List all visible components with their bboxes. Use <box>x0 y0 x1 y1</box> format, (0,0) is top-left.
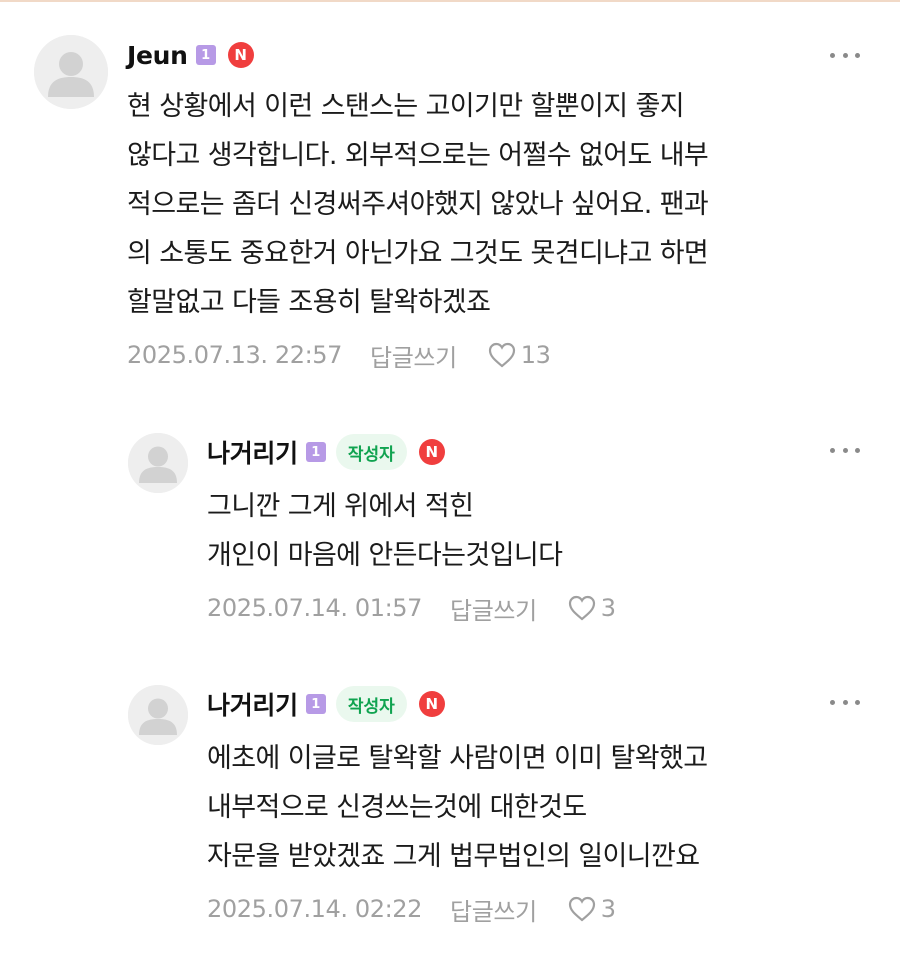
comment-line: 않다고 생각합니다. 외부적으로는 어쩔수 없어도 내부 <box>127 140 709 171</box>
author-badge: 작성자 <box>335 434 407 470</box>
default-avatar-icon <box>128 685 188 745</box>
reply-button[interactable]: 답글쓰기 <box>370 338 457 373</box>
like-count: 13 <box>520 341 551 369</box>
reply-button[interactable]: 답글쓰기 <box>450 591 537 626</box>
reply-button[interactable]: 답글쓰기 <box>450 892 537 927</box>
more-options-icon[interactable] <box>830 445 860 455</box>
like-button[interactable]: 3 <box>567 594 616 622</box>
comment-date: 2025.07.13. 22:57 <box>127 341 343 369</box>
level-badge: 1 <box>195 45 216 65</box>
comment-line: 개인이 마음에 안든다는것입니다 <box>207 540 563 571</box>
author-badge: 작성자 <box>335 686 407 722</box>
comment-line: 현 상황에서 이런 스탠스는 고이기만 할뿐이지 좋지 <box>127 91 685 122</box>
comment-date: 2025.07.14. 01:57 <box>207 594 423 622</box>
like-button[interactable]: 13 <box>487 341 551 369</box>
comment-date: 2025.07.14. 02:22 <box>207 895 423 923</box>
new-badge: N <box>418 439 445 465</box>
like-count: 3 <box>600 895 616 923</box>
avatar[interactable] <box>128 685 188 745</box>
default-avatar-icon <box>34 35 108 109</box>
more-options-icon[interactable] <box>830 50 860 60</box>
comment-line: 할말없고 다들 조용히 탈왁하겠죠 <box>127 287 491 318</box>
level-badge: 1 <box>305 694 326 714</box>
comment-header: 나거리기 1 작성자 N <box>207 684 445 724</box>
comment-line: 에초에 이글로 탈왁할 사람이면 이미 탈왁했고 <box>207 743 708 774</box>
heart-icon <box>568 896 595 922</box>
comment-body: 현 상황에서 이런 스탠스는 고이기만 할뿐이지 좋지 않다고 생각합니다. 외… <box>127 82 709 327</box>
top-divider <box>0 0 900 2</box>
comment-meta: 2025.07.13. 22:57 답글쓰기 13 <box>127 335 551 375</box>
new-badge: N <box>227 42 254 68</box>
heart-icon <box>488 342 515 368</box>
comment-line: 의 소통도 중요한거 아닌가요 그것도 못견디냐고 하면 <box>127 238 709 269</box>
comment-line: 내부적으로 신경쓰는것에 대한것도 <box>207 792 587 823</box>
level-badge: 1 <box>305 442 326 462</box>
comment-meta: 2025.07.14. 01:57 답글쓰기 3 <box>207 588 616 628</box>
new-badge: N <box>418 691 445 717</box>
comment-line: 자문을 받았겠죠 그게 법무법인의 일이니깐요 <box>207 841 700 872</box>
comment-header: 나거리기 1 작성자 N <box>207 432 445 472</box>
comment-line: 적으로는 좀더 신경써주셔야했지 않았나 싶어요. 팬과 <box>127 189 709 220</box>
comment-meta: 2025.07.14. 02:22 답글쓰기 3 <box>207 889 616 929</box>
nickname[interactable]: 나거리기 <box>207 434 298 470</box>
comment-body: 그니깐 그게 위에서 적힌 개인이 마음에 안든다는것입니다 <box>207 482 563 580</box>
nickname[interactable]: 나거리기 <box>207 686 298 722</box>
more-options-icon[interactable] <box>830 697 860 707</box>
like-button[interactable]: 3 <box>567 895 616 923</box>
heart-icon <box>568 595 595 621</box>
nickname[interactable]: Jeun <box>127 41 188 70</box>
comment-body: 에초에 이글로 탈왁할 사람이면 이미 탈왁했고 내부적으로 신경쓰는것에 대한… <box>207 734 708 881</box>
like-count: 3 <box>600 594 616 622</box>
comment-header: Jeun 1 N <box>127 35 254 75</box>
avatar[interactable] <box>128 433 188 493</box>
avatar[interactable] <box>34 35 108 109</box>
default-avatar-icon <box>128 433 188 493</box>
comment-line: 그니깐 그게 위에서 적힌 <box>207 491 474 522</box>
